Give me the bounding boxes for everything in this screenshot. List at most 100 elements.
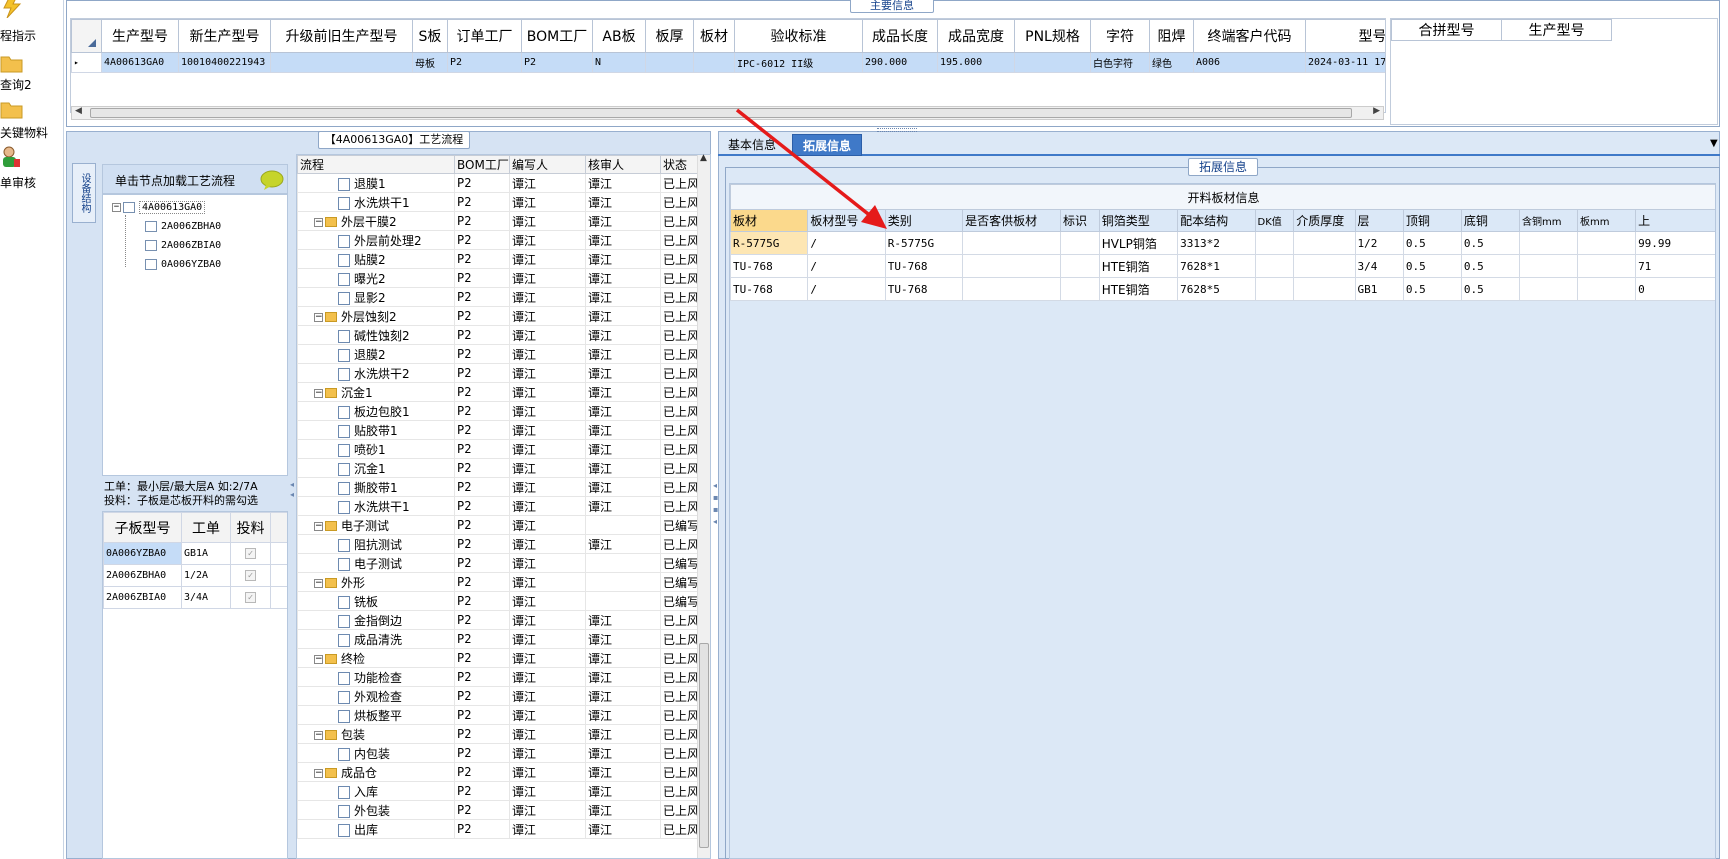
material-cell[interactable] [1254,254,1295,278]
main-cell[interactable]: 绿色 [1149,52,1194,73]
flow-row[interactable]: − 沉金1 P2 谭江 谭江 已上风 [297,382,698,402]
flow-name-cell[interactable]: − 外层干膜2 [297,211,455,231]
flow-name-cell[interactable]: − 沉金1 [297,382,455,402]
tab-basic-info[interactable]: 基本信息 [722,134,782,156]
flow-cell-r[interactable]: 谭江 [585,211,661,231]
flow-cell-f[interactable]: P2 [454,230,510,250]
flow-cell-r[interactable]: 谭江 [585,762,661,782]
flow-col-header[interactable]: 流程 [297,155,455,174]
flow-cell-s[interactable]: 已上风 [660,306,698,326]
material-cell[interactable]: 0.5 [1402,254,1462,278]
flow-row[interactable]: 外包装 P2 谭江 谭江 已上风 [297,800,698,820]
flow-cell-w[interactable]: 谭江 [509,496,586,516]
flow-cell-w[interactable]: 谭江 [509,610,586,630]
material-cell[interactable] [1518,277,1579,301]
sub-col-header[interactable]: 投料 [230,512,271,543]
flow-cell-r[interactable] [585,515,661,535]
flow-cell-w[interactable]: 谭江 [509,192,586,212]
flow-name-cell[interactable]: 入库 [297,781,455,801]
flow-name-cell[interactable]: 喷砂1 [297,439,455,459]
main-cell[interactable]: 195.000 [937,52,1015,73]
flow-name-cell[interactable]: 外包装 [297,800,455,820]
flow-row[interactable]: − 外层干膜2 P2 谭江 谭江 已上风 [297,211,698,231]
nav-item-key-material[interactable]: 关键物料 [0,98,62,150]
flow-cell-s[interactable]: 已上风 [660,762,698,782]
material-cell[interactable] [1518,254,1579,278]
main-col-header[interactable]: 板材 [693,19,735,53]
sub-wo-cell[interactable]: GB1A [181,542,231,565]
flow-cell-w[interactable]: 谭江 [509,344,586,364]
splitter-grip-middle[interactable]: ◂ ▪ ▪ ◂ [713,480,718,550]
merge-col-header[interactable]: 生产型号 [1501,19,1612,41]
flow-cell-s[interactable]: 已上风 [660,743,698,763]
flow-cell-w[interactable]: 谭江 [509,819,586,839]
flow-row[interactable]: 出库 P2 谭江 谭江 已上风 [297,819,698,839]
flow-cell-s[interactable]: 已上风 [660,230,698,250]
main-cell[interactable]: P2 [447,52,522,73]
main-cell[interactable]: 4A00613GA0 [101,52,179,73]
flow-cell-f[interactable]: P2 [454,572,510,592]
scroll-thumb[interactable] [699,643,709,848]
flow-name-cell[interactable]: 撕胶带1 [297,477,455,497]
flow-name-cell[interactable]: − 包装 [297,724,455,744]
merge-col-header[interactable]: 合拼型号 [1391,19,1502,41]
main-cell[interactable]: A006 [1193,52,1306,73]
flow-name-cell[interactable]: 水洗烘干2 [297,363,455,383]
flow-cell-f[interactable]: P2 [454,249,510,269]
table-row[interactable]: ▸ 4A00613GA0 10010400221943 母板 P2 P2 N IPC-6012… [71,52,1385,73]
flow-cell-r[interactable]: 谭江 [585,420,661,440]
flow-name-cell[interactable]: 碱性蚀刻2 [297,325,455,345]
material-cell[interactable] [1293,254,1356,278]
flow-cell-f[interactable]: P2 [454,629,510,649]
flow-cell-w[interactable]: 谭江 [509,325,586,345]
flow-cell-f[interactable]: P2 [454,382,510,402]
flow-row[interactable]: 水洗烘干1 P2 谭江 谭江 已上风 [297,192,698,212]
main-col-header[interactable]: 型号创建时间 [1305,19,1385,53]
flow-cell-w[interactable]: 谭江 [509,705,586,725]
flow-name-cell[interactable]: 退膜1 [297,173,455,193]
flow-cell-s[interactable]: 已上风 [660,420,698,440]
flow-row[interactable]: − 成品仓 P2 谭江 谭江 已上风 [297,762,698,782]
main-col-header[interactable]: 订单工厂 [447,19,522,53]
material-cell[interactable]: 0.5 [1402,231,1462,255]
material-cell[interactable]: R-5775G [884,231,964,255]
flow-name-cell[interactable]: 退膜2 [297,344,455,364]
tree-node-root[interactable]: −4A00613GA0 [112,200,206,216]
flow-cell-r[interactable]: 谭江 [585,249,661,269]
main-cell[interactable]: 290.000 [862,52,938,73]
flow-cell-r[interactable]: 谭江 [585,610,661,630]
flow-cell-w[interactable]: 谭江 [509,268,586,288]
flow-cell-r[interactable] [585,553,661,573]
main-col-header[interactable]: 终端客户代码 [1193,19,1306,53]
flow-col-header[interactable]: 编写人 [509,155,586,174]
flow-cell-w[interactable]: 谭江 [509,800,586,820]
collapse-icon[interactable]: − [314,388,323,398]
flow-cell-r[interactable]: 谭江 [585,705,661,725]
main-cell[interactable]: IPC-6012 II级 [734,52,863,73]
flow-cell-w[interactable]: 谭江 [509,173,586,193]
material-cell[interactable]: / [807,231,886,255]
flow-row[interactable]: − 电子测试 P2 谭江 已编写 [297,515,698,535]
material-cell[interactable] [1293,231,1356,255]
flow-name-cell[interactable]: 水洗烘干1 [297,192,455,212]
flow-cell-s[interactable]: 已上风 [660,268,698,288]
material-col-header[interactable]: 板材 [730,209,809,232]
table-row[interactable]: TU-768/TU-768 HTE铜箔 7628*5 GB1 0.5 0.5 0 [730,277,1715,301]
flow-row[interactable]: 阻抗测试 P2 谭江 谭江 已上风 [297,534,698,554]
scroll-thumb[interactable] [90,108,1352,118]
material-col-header[interactable]: 板材型号 [807,209,886,232]
flow-cell-s[interactable]: 已上风 [660,819,698,839]
flow-col-header[interactable]: BOM工厂 [454,155,510,174]
sub-wo-cell[interactable]: 3/4A [181,586,231,609]
flow-cell-w[interactable]: 谭江 [509,648,586,668]
main-col-header[interactable]: 成品长度 [862,19,938,53]
flow-cell-s[interactable]: 已上风 [660,781,698,801]
material-col-header[interactable]: 上 [1635,209,1715,232]
flow-cell-w[interactable]: 谭江 [509,553,586,573]
flow-row[interactable]: − 终检 P2 谭江 谭江 已上风 [297,648,698,668]
main-cell[interactable] [1014,52,1091,73]
flow-cell-w[interactable]: 谭江 [509,762,586,782]
flow-name-cell[interactable]: 成品清洗 [297,629,455,649]
flow-row[interactable]: 金指倒边 P2 谭江 谭江 已上风 [297,610,698,630]
tree-node[interactable]: 2A006ZBIA0 [145,238,221,254]
